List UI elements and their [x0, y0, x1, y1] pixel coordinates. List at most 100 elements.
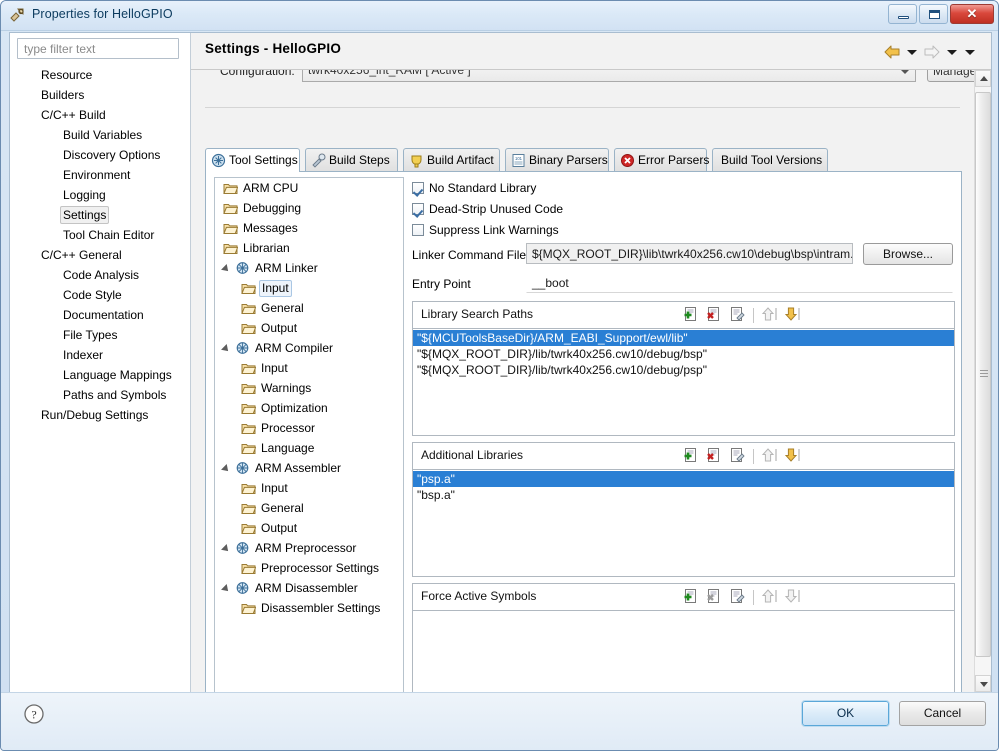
- tool-tree-item-general[interactable]: General: [215, 298, 403, 318]
- tool-tree-item-warnings[interactable]: Warnings: [215, 378, 403, 398]
- sidebar-item-c-c-build[interactable]: C/C++ Build: [10, 105, 191, 125]
- tool-tree-item-language[interactable]: Language: [215, 438, 403, 458]
- folder-icon: [241, 561, 257, 575]
- sidebar-item-file-types[interactable]: File Types: [10, 325, 191, 345]
- checkbox-suppress-link-warnings[interactable]: Suppress Link Warnings: [412, 223, 559, 238]
- add-icon[interactable]: [683, 306, 700, 325]
- sidebar-item-language-mappings[interactable]: Language Mappings: [10, 365, 191, 385]
- scroll-down-button[interactable]: [975, 675, 991, 692]
- tool-tree-item-general[interactable]: General: [215, 498, 403, 518]
- tool-tree-item-output[interactable]: Output: [215, 518, 403, 538]
- tool-tree-item-arm-compiler[interactable]: ARM Compiler: [215, 338, 403, 358]
- tool-tree-item-arm-disassembler[interactable]: ARM Disassembler: [215, 578, 403, 598]
- folder-icon: [241, 421, 257, 435]
- sidebar-item-discovery-options[interactable]: Discovery Options: [10, 145, 191, 165]
- list-group-body[interactable]: [413, 611, 954, 612]
- list-item[interactable]: "${MQX_ROOT_DIR}/lib/twrk40x256.cw10/deb…: [413, 346, 954, 362]
- move-up-icon[interactable]: [761, 306, 778, 325]
- move-down-icon[interactable]: [784, 588, 801, 607]
- move-down-icon[interactable]: [784, 306, 801, 325]
- ok-button[interactable]: OK: [801, 700, 890, 727]
- back-dropdown-icon[interactable]: [907, 49, 917, 55]
- back-arrow-icon[interactable]: [883, 45, 901, 59]
- edit-icon[interactable]: [729, 447, 746, 466]
- tool-tree-item-librarian[interactable]: Librarian: [215, 238, 403, 258]
- browse-button[interactable]: Browse...: [863, 243, 953, 265]
- tool-tree-item-processor[interactable]: Processor: [215, 418, 403, 438]
- expand-twisty-icon[interactable]: [221, 344, 231, 354]
- help-question-icon[interactable]: ?: [23, 703, 45, 725]
- delete-icon[interactable]: [706, 306, 723, 325]
- move-up-icon[interactable]: [761, 447, 778, 466]
- cancel-button[interactable]: Cancel: [899, 701, 986, 726]
- sidebar-item-logging[interactable]: Logging: [10, 185, 191, 205]
- sidebar-item-build-variables[interactable]: Build Variables: [10, 125, 191, 145]
- tool-tree-item-arm-cpu[interactable]: ARM CPU: [215, 178, 403, 198]
- list-item[interactable]: "psp.a": [413, 471, 954, 487]
- tool-tree-item-preprocessor-settings[interactable]: Preprocessor Settings: [215, 558, 403, 578]
- tab-binary-parsers[interactable]: 101 Binary Parsers: [505, 148, 609, 172]
- tool-tree-label: ARM Compiler: [255, 341, 334, 355]
- sidebar-item-paths-and-symbols[interactable]: Paths and Symbols: [10, 385, 191, 405]
- tool-tree-item-input[interactable]: Input: [215, 278, 403, 298]
- sidebar-item-code-style[interactable]: Code Style: [10, 285, 191, 305]
- entry-point-input[interactable]: __boot: [526, 272, 953, 293]
- list-group-body[interactable]: "psp.a" "bsp.a": [413, 470, 954, 503]
- checkbox-no-standard-library[interactable]: No Standard Library: [412, 181, 536, 196]
- tab-build-artifact[interactable]: Build Artifact: [403, 148, 500, 172]
- tool-tree-item-messages[interactable]: Messages: [215, 218, 403, 238]
- sidebar-item-run-debug-settings[interactable]: Run/Debug Settings: [10, 405, 191, 425]
- checkbox-dead-strip-unused-code[interactable]: Dead-Strip Unused Code: [412, 202, 563, 217]
- tab-error-parsers[interactable]: Error Parsers: [614, 148, 709, 172]
- sidebar-item-environment[interactable]: Environment: [10, 165, 191, 185]
- tool-tree-item-arm-assembler[interactable]: ARM Assembler: [215, 458, 403, 478]
- configuration-dropdown[interactable]: twrk40x256_int_RAM [ Active ]: [302, 70, 916, 82]
- edit-icon[interactable]: [729, 306, 746, 325]
- move-up-icon[interactable]: [761, 588, 778, 607]
- tool-tree-item-optimization[interactable]: Optimization: [215, 398, 403, 418]
- tool-tree-item-arm-preprocessor[interactable]: ARM Preprocessor: [215, 538, 403, 558]
- list-item[interactable]: "bsp.a": [413, 487, 954, 503]
- minimize-button[interactable]: [888, 4, 917, 24]
- tool-tree-item-input[interactable]: Input: [215, 478, 403, 498]
- scrollbar-thumb[interactable]: [975, 92, 991, 657]
- add-icon[interactable]: [683, 447, 700, 466]
- sidebar-item-settings[interactable]: Settings: [10, 205, 191, 225]
- list-item[interactable]: "${MQX_ROOT_DIR}/lib/twrk40x256.cw10/deb…: [413, 362, 954, 378]
- maximize-button[interactable]: [919, 4, 948, 24]
- expand-twisty-icon[interactable]: [221, 464, 231, 474]
- linker-command-file-input[interactable]: ${MQX_ROOT_DIR}\lib\twrk40x256.cw10\debu…: [526, 243, 853, 264]
- sidebar-item-resource[interactable]: Resource: [10, 65, 191, 85]
- add-icon[interactable]: [683, 588, 700, 607]
- sidebar-item-documentation[interactable]: Documentation: [10, 305, 191, 325]
- sidebar-item-c-c-general[interactable]: C/C++ General: [10, 245, 191, 265]
- sidebar-item-builders[interactable]: Builders: [10, 85, 191, 105]
- manage-configurations-button[interactable]: Manage Configurations...: [927, 70, 974, 82]
- close-button[interactable]: ✕: [950, 4, 994, 24]
- tab-tool-settings[interactable]: Tool Settings: [205, 148, 300, 172]
- expand-twisty-icon[interactable]: [221, 584, 231, 594]
- list-item[interactable]: "${MCUToolsBaseDir}/ARM_EABI_Support/ewl…: [413, 330, 954, 346]
- tool-tree-item-arm-linker[interactable]: ARM Linker: [215, 258, 403, 278]
- forward-dropdown-icon[interactable]: [947, 49, 957, 55]
- sidebar-item-indexer[interactable]: Indexer: [10, 345, 191, 365]
- tool-tree-item-output[interactable]: Output: [215, 318, 403, 338]
- delete-icon[interactable]: [706, 447, 723, 466]
- filter-input[interactable]: type filter text: [17, 38, 179, 59]
- delete-icon[interactable]: [706, 588, 723, 607]
- tool-tree-item-debugging[interactable]: Debugging: [215, 198, 403, 218]
- view-menu-icon[interactable]: [965, 49, 975, 55]
- tab-build-tool-versions[interactable]: Build Tool Versions: [712, 148, 828, 172]
- tab-build-steps[interactable]: Build Steps: [305, 148, 398, 172]
- sidebar-item-tool-chain-editor[interactable]: Tool Chain Editor: [10, 225, 191, 245]
- sidebar-item-code-analysis[interactable]: Code Analysis: [10, 265, 191, 285]
- tool-tree-item-input[interactable]: Input: [215, 358, 403, 378]
- expand-twisty-icon[interactable]: [221, 544, 231, 554]
- scroll-up-button[interactable]: [975, 70, 991, 87]
- list-group-body[interactable]: "${MCUToolsBaseDir}/ARM_EABI_Support/ewl…: [413, 329, 954, 378]
- move-down-icon[interactable]: [784, 447, 801, 466]
- content-scrollbar[interactable]: [974, 70, 991, 692]
- expand-twisty-icon[interactable]: [221, 264, 231, 274]
- edit-icon[interactable]: [729, 588, 746, 607]
- tool-tree-item-disassembler-settings[interactable]: Disassembler Settings: [215, 598, 403, 618]
